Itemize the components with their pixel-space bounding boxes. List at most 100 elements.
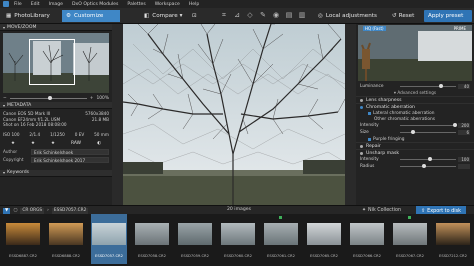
luminance-value[interactable]: 40 <box>458 84 470 89</box>
prime-badge[interactable]: PRIME <box>454 26 466 31</box>
menu-edit[interactable]: Edit <box>31 2 40 7</box>
chromatic-aberration-section[interactable]: Chromatic aberration <box>356 103 474 110</box>
folder-icon[interactable]: ▢ <box>13 208 17 213</box>
filmstrip-thumbnail[interactable]: ESSD7065.CR2 <box>306 214 342 264</box>
lens-sharpness-label: Lens sharpness <box>366 97 402 103</box>
filmstrip-thumbnail[interactable]: ESSD6888.CR2 <box>48 214 84 264</box>
histogram-icon[interactable]: ▥ <box>298 11 306 20</box>
horizon-icon[interactable]: ⊿ <box>233 11 241 20</box>
tab-photolibrary[interactable]: ▦ PhotoLibrary <box>2 10 54 22</box>
radius-knob[interactable] <box>422 164 427 168</box>
star-icon[interactable]: ★ <box>31 141 35 146</box>
thumbnail-filename: ESSD7058.CR2 <box>138 254 166 258</box>
navigator-viewport-box[interactable] <box>29 39 75 85</box>
nik-collection-button[interactable]: ✦ Nik Collection <box>362 207 401 214</box>
menu-help[interactable]: Help <box>189 2 199 7</box>
crop-icon[interactable]: ⌗ <box>220 11 228 20</box>
toggle-icon[interactable] <box>360 144 363 148</box>
menu-bar: File Edit Image DxO Optics Modules Palet… <box>0 0 474 8</box>
toggle-icon[interactable] <box>360 105 363 109</box>
ca-intensity-track[interactable] <box>400 123 458 127</box>
ca-size-slider[interactable]: Size 6 <box>356 129 474 136</box>
luminance-track[interactable] <box>400 84 456 88</box>
perspective-icon[interactable]: ◇ <box>246 11 254 20</box>
radius-track[interactable] <box>400 164 456 168</box>
ca-size-track[interactable] <box>400 130 456 134</box>
reset-button[interactable]: ↺ Reset <box>388 10 418 22</box>
menu-dxo-optics-modules[interactable]: DxO Optics Modules <box>72 2 118 7</box>
luminance-knob[interactable] <box>439 84 444 88</box>
tab-customize[interactable]: ⚙ Customize <box>62 10 120 22</box>
customize-icon: ⚙ <box>66 13 72 19</box>
breadcrumb-file[interactable]: ESSD7057.CR2 <box>51 207 89 214</box>
filmstrip-thumbnail[interactable]: ESSD7212.CR2 <box>435 214 471 264</box>
author-input[interactable]: Erik Schinkelshoek <box>31 148 109 155</box>
checkbox-icon[interactable] <box>368 137 371 141</box>
move-zoom-header[interactable]: ▾ MOVE/ZOOM <box>0 24 112 31</box>
filmstrip-thumbnail[interactable]: ESSD7067.CR2 <box>392 214 428 264</box>
checkbox-icon[interactable] <box>368 111 371 115</box>
luminance-slider[interactable]: Luminance 40 <box>356 83 474 90</box>
grid-icon[interactable]: ▤ <box>285 11 293 20</box>
thumbnail-image <box>92 223 126 245</box>
repair-label: Repair <box>366 143 381 149</box>
navigator-thumbnail[interactable] <box>3 33 109 93</box>
repair-icon[interactable]: ✎ <box>259 11 267 20</box>
zoom-track[interactable] <box>9 96 87 100</box>
unsharp-mask-section[interactable]: Unsharp mask <box>356 149 474 156</box>
radius-value[interactable] <box>458 164 470 169</box>
radius-slider[interactable]: Radius <box>356 163 474 170</box>
repair-section[interactable]: Repair <box>356 142 474 149</box>
zoom-in-icon[interactable]: + <box>90 96 94 101</box>
um-intensity-track[interactable] <box>400 157 456 161</box>
filmstrip-thumbnail[interactable]: ESSD7066.CR2 <box>349 214 385 264</box>
filter-icon[interactable]: ▼ <box>3 207 11 214</box>
filmstrip-thumbnail[interactable]: ESSD6887.CR2 <box>5 214 41 264</box>
menu-workspace[interactable]: Workspace <box>155 2 180 7</box>
star-icon[interactable]: ★ <box>51 141 55 146</box>
copyright-input[interactable]: Erik Schinkelshoek 2017 <box>31 156 109 163</box>
um-intensity-knob[interactable] <box>428 157 432 161</box>
breadcrumb-folder[interactable]: CR ORGS <box>20 207 45 214</box>
ca-intensity-value[interactable]: 200 <box>458 123 470 128</box>
menu-image[interactable]: Image <box>49 2 63 7</box>
keywords-header[interactable]: ▾ Keywords <box>0 169 112 177</box>
filmstrip-thumbnail[interactable]: ESSD7061.CR2 <box>263 214 299 264</box>
metadata-header[interactable]: ▾ METADATA <box>0 102 112 109</box>
filmstrip-thumbnail[interactable]: ESSD7057.CR2 <box>91 214 127 264</box>
preview-quality-badge[interactable]: HQ (Fast) <box>363 26 386 31</box>
image-viewer[interactable] <box>112 24 356 205</box>
toggle-icon[interactable] <box>360 151 363 155</box>
chevron-right-icon: › <box>47 208 49 213</box>
apply-preset-label: Apply preset <box>428 13 464 19</box>
um-intensity-slider[interactable]: Intensity 100 <box>356 156 474 163</box>
ca-intensity-knob[interactable] <box>453 123 458 127</box>
filmstrip-thumbnail[interactable]: ESSD7060.CR2 <box>220 214 256 264</box>
apply-preset-button[interactable]: Apply preset <box>424 10 472 22</box>
zoom-knob[interactable] <box>48 96 53 100</box>
toggle-icon[interactable] <box>360 98 363 102</box>
tool-icons: ⌗ ⊿ ◇ ✎ ◉ ▤ ▥ <box>220 11 306 20</box>
um-intensity-value[interactable]: 100 <box>458 157 470 162</box>
color-label-icon[interactable]: ◐ <box>97 141 101 146</box>
thumbnail-image <box>49 223 83 245</box>
ca-intensity-slider[interactable]: Intensity 200 <box>356 122 474 129</box>
ca-size-knob[interactable] <box>411 130 416 134</box>
local-adjust-icon: ◎ <box>318 13 323 19</box>
redeye-icon[interactable]: ◉ <box>272 11 280 20</box>
ca-size-value[interactable]: 6 <box>458 130 470 135</box>
zoom-fit-button[interactable]: ⊡ <box>188 10 201 22</box>
focal-length-value: 50 mm <box>94 131 109 137</box>
filmstrip-thumbnail[interactable]: ESSD7058.CR2 <box>134 214 170 264</box>
lens-sharpness-section[interactable]: Lens sharpness <box>356 96 474 103</box>
main-photo[interactable] <box>123 24 345 205</box>
filmstrip-thumbnail[interactable]: ESSD7059.CR2 <box>177 214 213 264</box>
menu-file[interactable]: File <box>14 2 22 7</box>
local-adjustments-button[interactable]: ◎ Local adjustments <box>314 10 381 22</box>
menu-palettes[interactable]: Palettes <box>127 2 145 7</box>
compare-button[interactable]: ◧ Compare ▾ <box>140 10 186 22</box>
star-icon[interactable]: ★ <box>11 141 15 146</box>
zoom-value: 100% <box>96 96 109 101</box>
zoom-out-icon[interactable]: − <box>3 96 7 101</box>
thumbnail-image <box>307 223 341 245</box>
